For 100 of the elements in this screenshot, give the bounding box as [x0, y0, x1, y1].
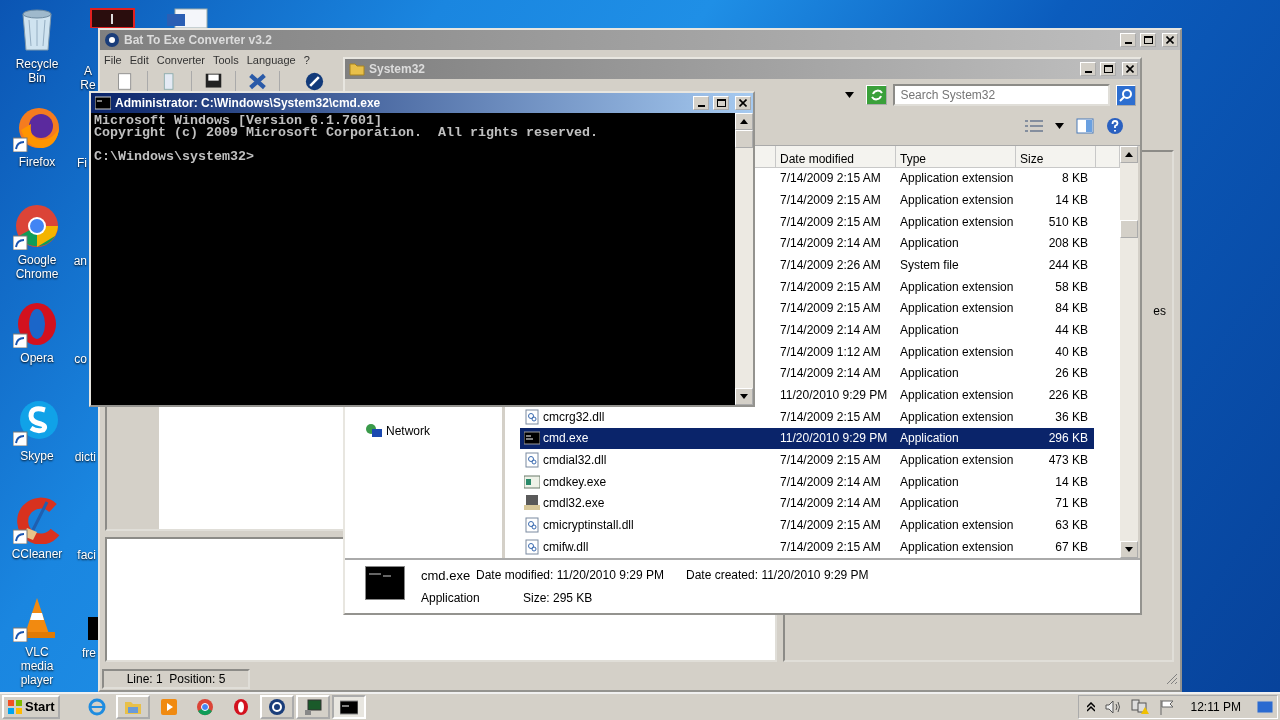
- refresh-button[interactable]: [866, 85, 888, 106]
- speaker-icon[interactable]: [1104, 700, 1121, 714]
- file-row[interactable]: 7/14/2009 2:15 AM Application extension 8 KB: [776, 167, 1094, 190]
- resize-grip-icon[interactable]: [1166, 673, 1178, 686]
- taskbar-button[interactable]: [295, 695, 330, 719]
- wrench-icon[interactable]: [305, 71, 324, 91]
- cross-icon[interactable]: [248, 71, 267, 91]
- taskbar-button[interactable]: [331, 695, 366, 719]
- search-button[interactable]: [1115, 84, 1136, 106]
- menu-item[interactable]: File: [100, 50, 126, 70]
- icon-label[interactable]: Firefox: [18, 155, 56, 169]
- console-icon: [524, 430, 540, 447]
- column-header[interactable]: Type: [896, 145, 1016, 168]
- start-button[interactable]: Start: [2, 695, 60, 719]
- document-icon[interactable]: [165, 8, 210, 28]
- file-row[interactable]: cmdial32.dll 7/14/2009 2:15 AM Application extension 473 KB: [520, 449, 1094, 471]
- search-field[interactable]: Search System32: [893, 84, 1110, 107]
- nav-item[interactable]: Network: [386, 421, 430, 440]
- close-button[interactable]: [1122, 62, 1138, 76]
- file-row[interactable]: 7/14/2009 2:26 AM System file 244 KB: [776, 254, 1094, 276]
- file-row[interactable]: 7/14/2009 2:15 AM Application extension 510 KB: [776, 210, 1094, 233]
- file-row[interactable]: cmifw.dll 7/14/2009 2:15 AM Application extension 67 KB: [520, 535, 1094, 558]
- icon-label[interactable]: dicti: [74, 450, 96, 464]
- maximize-button[interactable]: [1100, 62, 1116, 76]
- file-row[interactable]: cmicryptinstall.dll 7/14/2009 2:15 AM Application extension 63 KB: [520, 514, 1094, 536]
- icon-label[interactable]: A Re: [80, 64, 96, 92]
- menu-item[interactable]: Tools: [209, 50, 243, 70]
- icon-label[interactable]: faci: [77, 548, 96, 562]
- menu-item[interactable]: ?: [299, 50, 314, 70]
- table-cell-text: 26 KB: [1054, 365, 1089, 383]
- dropdown-arrow-icon[interactable]: [1055, 123, 1064, 130]
- help-icon[interactable]: [1106, 117, 1124, 136]
- clock[interactable]: 12:11 PM: [1190, 698, 1241, 716]
- table-cell-text: 7/14/2009 2:15 AM: [779, 538, 882, 556]
- file-row[interactable]: 7/14/2009 2:15 AM Application extension 58 KB: [776, 275, 1094, 298]
- save-icon[interactable]: [204, 71, 223, 91]
- scroll-up-button[interactable]: [1120, 145, 1138, 163]
- file-row[interactable]: cmd.exe 11/20/2010 9:29 PM Application 296 KB: [520, 427, 1094, 450]
- preview-pane-icon[interactable]: [1076, 118, 1094, 135]
- file-row[interactable]: cmdkey.exe 7/14/2009 2:14 AM Application 14 KB: [520, 470, 1094, 493]
- table-cell-text: 7/14/2009 1:12 AM: [779, 343, 882, 361]
- table-cell-text: 208 KB: [1047, 235, 1089, 253]
- icon-label[interactable]: Opera: [20, 351, 54, 365]
- flag-icon[interactable]: [1158, 699, 1175, 715]
- icon-label[interactable]: an: [73, 254, 87, 268]
- scroll-down-button[interactable]: [735, 388, 753, 405]
- scroll-up-button[interactable]: [735, 113, 753, 130]
- file-row[interactable]: 7/14/2009 1:12 AM Application extension 40 KB: [776, 340, 1094, 363]
- file-row[interactable]: 11/20/2010 9:29 PM Application extension 226 KB: [776, 384, 1094, 406]
- table-cell-text: 7/14/2009 2:15 AM: [779, 408, 882, 426]
- file-row[interactable]: 7/14/2009 2:14 AM Application 44 KB: [776, 319, 1094, 341]
- skype-icon[interactable]: [13, 398, 61, 446]
- column-header[interactable]: Date modified: [776, 145, 896, 168]
- table-cell-text: 40 KB: [1054, 343, 1089, 361]
- menu-item[interactable]: Language: [242, 50, 300, 70]
- icon-label[interactable]: Fi: [77, 156, 87, 170]
- chrome-icon: [195, 698, 214, 716]
- minimize-button[interactable]: [1080, 62, 1096, 76]
- dropdown-arrow-icon[interactable]: [845, 92, 854, 99]
- table-cell-text: 7/14/2009 2:15 AM: [779, 300, 882, 318]
- close-button[interactable]: [735, 96, 751, 110]
- maximize-button[interactable]: [713, 96, 729, 110]
- minimize-button[interactable]: [693, 96, 709, 110]
- file-row[interactable]: 7/14/2009 2:15 AM Application extension 14 KB: [776, 189, 1094, 211]
- file-name: cmd.exe: [421, 566, 472, 585]
- app-icon[interactable]: [90, 8, 135, 28]
- icon-label[interactable]: Recycle Bin: [8, 57, 66, 85]
- table-cell-text: Application extension: [899, 343, 1015, 361]
- scroll-thumb[interactable]: [735, 130, 753, 148]
- icon-label[interactable]: Skype: [20, 449, 54, 463]
- file-row[interactable]: 7/14/2009 2:14 AM Application 208 KB: [776, 232, 1094, 255]
- file-row[interactable]: 7/14/2009 2:15 AM Application extension 84 KB: [776, 297, 1094, 320]
- maximize-button[interactable]: [1140, 33, 1156, 47]
- icon-label[interactable]: VLC media player: [8, 645, 66, 687]
- icon-label[interactable]: fre: [82, 646, 96, 660]
- ccleaner-icon[interactable]: [13, 496, 61, 544]
- scroll-down-button[interactable]: [1120, 540, 1138, 558]
- table-cell-text: 7/14/2009 2:15 AM: [779, 517, 882, 535]
- minimize-button[interactable]: [1120, 33, 1136, 47]
- table-cell-text: 7/14/2009 2:15 AM: [779, 170, 882, 188]
- column-header[interactable]: [754, 145, 776, 168]
- scroll-thumb[interactable]: [1120, 219, 1138, 238]
- close-button[interactable]: [1162, 33, 1178, 47]
- icon-label[interactable]: CCleaner: [11, 547, 63, 561]
- chrome-icon[interactable]: [13, 202, 61, 250]
- file-row[interactable]: cmcrg32.dll 7/14/2009 2:15 AM Application extension 36 KB: [520, 405, 1094, 428]
- menu-item[interactable]: Edit: [125, 50, 153, 70]
- close-icon: [1166, 36, 1174, 44]
- file-row[interactable]: cmdl32.exe 7/14/2009 2:14 AM Application 71 KB: [520, 492, 1094, 515]
- table-cell-text: Application extension: [899, 517, 1015, 535]
- column-header[interactable]: Size: [1016, 145, 1096, 168]
- file-row[interactable]: 7/14/2009 2:14 AM Application 26 KB: [776, 362, 1094, 385]
- icon-label[interactable]: Google Chrome: [8, 253, 66, 281]
- network-warning-icon[interactable]: [1130, 699, 1149, 715]
- icon-label[interactable]: co: [74, 352, 87, 366]
- maximize-icon: [1103, 65, 1113, 73]
- menu-item[interactable]: Converter: [152, 50, 209, 70]
- chevron-up-icon[interactable]: [1086, 702, 1095, 712]
- show-desktop-icon[interactable]: [1257, 700, 1273, 714]
- taskbar-button[interactable]: [259, 695, 294, 719]
